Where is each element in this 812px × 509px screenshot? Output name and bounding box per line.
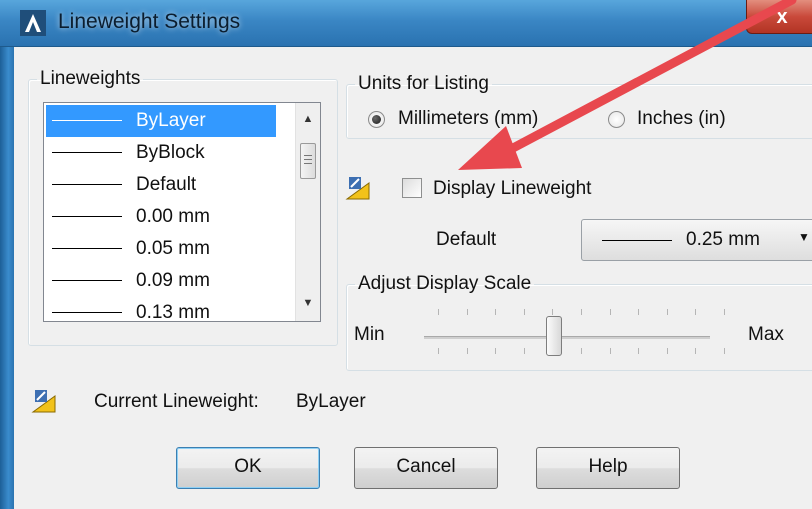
- scroll-up-arrow-icon[interactable]: ▲: [296, 107, 320, 131]
- slider-tick: [581, 348, 582, 354]
- default-lineweight-dropdown[interactable]: 0.25 mm ▼: [581, 219, 812, 261]
- cancel-button[interactable]: Cancel: [354, 447, 498, 489]
- slider-tick: [438, 309, 439, 315]
- list-item-default[interactable]: Default: [46, 169, 276, 201]
- slider-tick: [609, 309, 611, 315]
- slider-tick: [523, 348, 525, 354]
- autocad-app-icon: [20, 10, 46, 36]
- slider-tick: [523, 309, 525, 315]
- slider-tick: [466, 309, 468, 315]
- slider-tick: [638, 309, 640, 315]
- millimeters-radio[interactable]: [368, 111, 385, 128]
- window-title: Lineweight Settings: [58, 10, 241, 33]
- scale-max-label: Max: [748, 324, 784, 345]
- list-item-label: 0.13 mm: [136, 302, 210, 323]
- units-legend: Units for Listing: [358, 73, 489, 94]
- help-button[interactable]: Help: [536, 447, 680, 489]
- chevron-down-icon: ▼: [798, 230, 810, 244]
- slider-tick: [466, 348, 468, 354]
- current-lineweight-icon: [31, 390, 56, 413]
- slider-tick: [581, 309, 582, 315]
- line-sample: [602, 240, 672, 241]
- lineweight-display-icon: [345, 177, 370, 200]
- close-button[interactable]: x: [746, 0, 812, 34]
- list-item-0-09-mm[interactable]: 0.09 mm: [46, 265, 276, 297]
- list-item-label: Default: [136, 174, 197, 195]
- inches-radio[interactable]: [608, 111, 625, 128]
- list-item-0-00-mm[interactable]: 0.00 mm: [46, 201, 276, 233]
- radio-selected-dot: [372, 115, 381, 124]
- slider-tick: [495, 309, 497, 315]
- slider-tick: [638, 348, 640, 354]
- list-item-label: 0.05 mm: [136, 238, 210, 259]
- scroll-thumb[interactable]: [300, 143, 316, 179]
- slider-tick: [552, 309, 554, 315]
- line-sample: [52, 280, 122, 281]
- title-bar[interactable]: Lineweight Settings x: [0, 0, 812, 47]
- millimeters-label[interactable]: Millimeters (mm): [398, 108, 538, 130]
- slider-tick: [609, 348, 611, 354]
- lineweights-legend: Lineweights: [40, 68, 141, 89]
- display-scale-slider-track[interactable]: [424, 336, 710, 339]
- list-item-label: ByLayer: [136, 110, 206, 131]
- lineweights-list: ByLayer ByBlock Default 0.00 mm 0.05 mm …: [46, 105, 276, 329]
- inches-label[interactable]: Inches (in): [637, 108, 726, 130]
- line-sample: [52, 216, 122, 217]
- current-lineweight-value: ByLayer: [296, 391, 366, 412]
- line-sample: [52, 152, 122, 153]
- list-scrollbar[interactable]: ▲ ▼: [295, 103, 320, 321]
- display-scale-legend: Adjust Display Scale: [358, 273, 532, 294]
- scroll-down-arrow-icon[interactable]: ▼: [296, 291, 320, 315]
- slider-tick: [495, 348, 497, 354]
- dialog-body: Lineweights ByLayer ByBlock Default 0.00…: [14, 47, 812, 509]
- default-label: Default: [436, 229, 497, 250]
- current-lineweight-label: Current Lineweight:: [94, 391, 259, 412]
- list-item-0-05-mm[interactable]: 0.05 mm: [46, 233, 276, 265]
- line-sample: [52, 184, 122, 185]
- grip-line: [304, 163, 312, 164]
- slider-tick: [666, 348, 668, 354]
- display-scale-group: Adjust Display Scale: [346, 273, 812, 371]
- display-scale-slider-thumb[interactable]: [545, 316, 562, 356]
- ok-button[interactable]: OK: [176, 447, 320, 489]
- window-left-border: [0, 0, 14, 509]
- line-sample: [52, 248, 122, 249]
- scale-min-label: Min: [354, 324, 385, 345]
- lineweights-listbox[interactable]: ByLayer ByBlock Default 0.00 mm 0.05 mm …: [43, 102, 321, 323]
- list-item-label: ByBlock: [136, 142, 205, 163]
- grip-line: [304, 159, 312, 160]
- slider-tick: [438, 348, 439, 354]
- list-item-bylayer[interactable]: ByLayer: [46, 105, 276, 137]
- slider-tick: [724, 348, 725, 354]
- display-lineweight-label[interactable]: Display Lineweight: [433, 178, 591, 200]
- slider-tick: [695, 309, 697, 315]
- grip-line: [304, 155, 312, 156]
- slider-tick: [666, 309, 668, 315]
- display-lineweight-checkbox[interactable]: [402, 178, 422, 198]
- list-item-0-13-mm[interactable]: 0.13 mm: [46, 297, 276, 329]
- list-item-label: 0.00 mm: [136, 206, 210, 227]
- list-item-byblock[interactable]: ByBlock: [46, 137, 276, 169]
- default-lineweight-value: 0.25 mm: [686, 229, 760, 250]
- line-sample: [52, 120, 122, 121]
- slider-tick: [695, 348, 697, 354]
- list-item-label: 0.09 mm: [136, 270, 210, 291]
- line-sample: [52, 312, 122, 313]
- slider-tick: [724, 309, 725, 315]
